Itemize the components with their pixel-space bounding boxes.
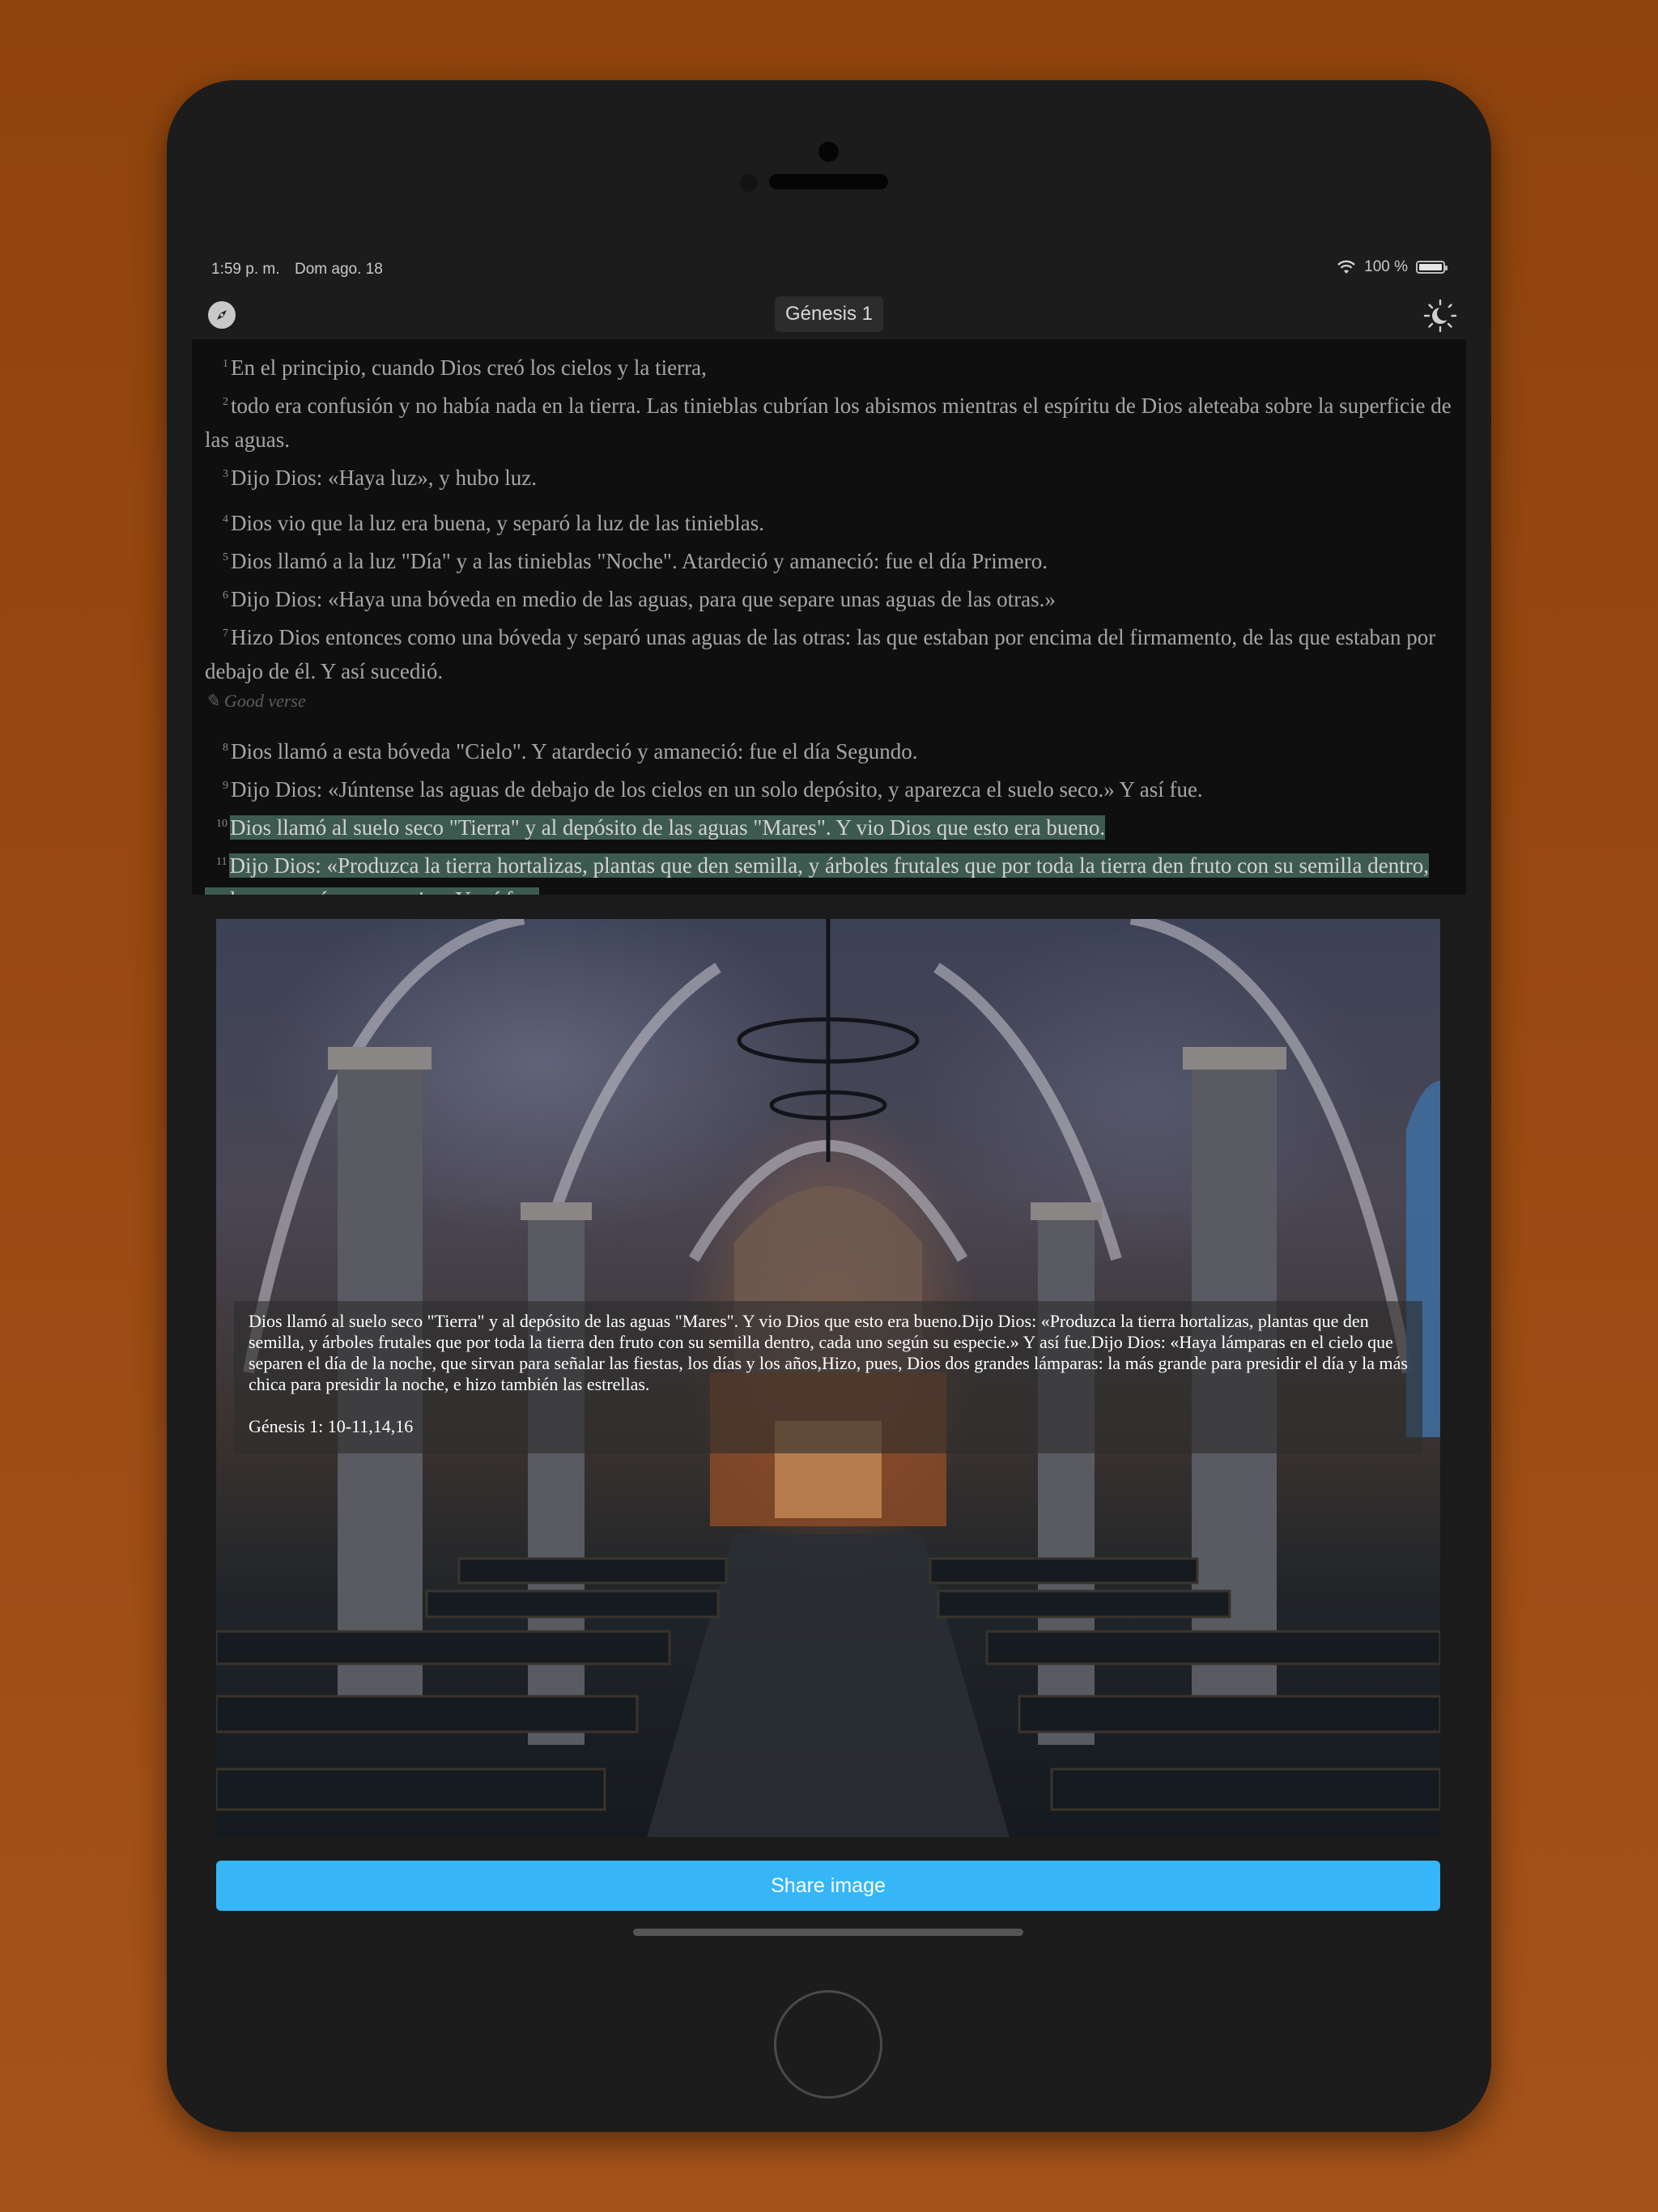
verse-number: 11: [216, 856, 227, 868]
verse-text: todo era confusión y no había nada en la…: [205, 393, 1452, 452]
verse-text-highlighted: Dijo Dios: «Produzca la tierra hortaliza…: [205, 853, 1430, 895]
nav-bar: Génesis 1: [192, 294, 1466, 344]
verse-note[interactable]: ✎ Good verse: [205, 689, 1453, 713]
verse-number: 1: [223, 358, 228, 370]
home-button[interactable]: [774, 1990, 882, 2099]
verse-text: Dios vio que la luz era buena, y separó …: [231, 511, 765, 535]
share-image-panel: Dios llamó al suelo seco "Tierra" y al d…: [192, 895, 1466, 1955]
verse-1[interactable]: 1 En el principio, cuando Dios creó los c…: [205, 351, 1453, 385]
verse-6[interactable]: 6 Dijo Dios: «Haya una bóveda en medio de…: [205, 582, 1453, 616]
verse-text: Dijo Dios: «Haya una bóveda en medio de …: [231, 587, 1056, 611]
verse-text: En el principio, cuando Dios creó los ci…: [231, 355, 707, 380]
share-image-button[interactable]: Share image: [216, 1861, 1440, 1911]
caption-reference: Génesis 1: 10-11,14,16: [249, 1416, 414, 1436]
verse-number: 10: [216, 818, 227, 830]
speaker-grille: [769, 174, 888, 189]
verse-2[interactable]: 2 todo era confusión y no había nada en l…: [205, 389, 1453, 457]
church-interior-photo: Dios llamó al suelo seco "Tierra" y al d…: [216, 919, 1440, 1837]
status-bar: 1:59 p. m. Dom ago. 18 100 %: [192, 247, 1466, 294]
verse-number: 6: [223, 589, 228, 602]
app-screen: 1:59 p. m. Dom ago. 18 100 % Génesis 1 1…: [192, 247, 1466, 1955]
verse-number: 7: [223, 627, 228, 640]
verse-number: 5: [223, 551, 228, 564]
wifi-icon: [1337, 260, 1355, 274]
caption-text: Dios llamó al suelo seco "Tierra" y al d…: [249, 1311, 1408, 1394]
verse-8[interactable]: 8 Dios llamó a esta bóveda "Cielo". Y ata…: [205, 734, 1453, 768]
verse-caption-overlay: Dios llamó al suelo seco "Tierra" y al d…: [234, 1301, 1422, 1453]
verse-text: Dios llamó a esta bóveda "Cielo". Y atar…: [231, 739, 918, 764]
battery-icon: [1416, 261, 1448, 274]
verse-text: Dios llamó a la luz "Día" y a las tinieb…: [231, 549, 1048, 573]
verse-3[interactable]: 3 Dijo Dios: «Haya luz», y hubo luz.: [205, 461, 1453, 495]
verse-text: Hizo Dios entonces como una bóveda y sep…: [205, 625, 1436, 683]
verse-text-highlighted: Dios llamó al suelo seco "Tierra" y al d…: [230, 815, 1106, 840]
status-time: 1:59 p. m.: [211, 261, 280, 278]
battery-percent: 100 %: [1364, 258, 1408, 275]
verse-number: 8: [223, 742, 228, 754]
verse-text: Dijo Dios: «Haya luz», y hubo luz.: [231, 466, 537, 490]
theme-toggle-icon[interactable]: [1422, 298, 1458, 334]
verse-7[interactable]: 7 Hizo Dios entonces como una bóveda y se…: [205, 620, 1453, 688]
verse-number: 9: [223, 780, 228, 792]
status-date: Dom ago. 18: [295, 261, 383, 278]
verse-number: 3: [223, 468, 228, 480]
front-camera: [818, 142, 839, 162]
chapter-title-button[interactable]: Génesis 1: [775, 296, 883, 332]
verse-5[interactable]: 5 Dios llamó a la luz "Día" y a las tinie…: [205, 544, 1453, 578]
verse-9[interactable]: 9 Dijo Dios: «Júntense las aguas de debaj…: [205, 772, 1453, 806]
verse-10[interactable]: 10 Dios llamó al suelo seco "Tierra" y al…: [205, 810, 1453, 844]
battery-fill: [1419, 264, 1442, 270]
camera-sensor: [740, 174, 758, 192]
verse-number: 2: [223, 396, 228, 408]
verse-text: Dijo Dios: «Júntense las aguas de debajo…: [231, 777, 1203, 802]
status-indicators: 100 %: [1337, 258, 1448, 276]
home-indicator: [633, 1929, 1023, 1936]
verse-number: 4: [223, 513, 228, 525]
verse-11[interactable]: 11 Dijo Dios: «Produzca la tierra hortali…: [205, 849, 1453, 895]
chapter-reader[interactable]: 1 En el principio, cuando Dios creó los c…: [192, 339, 1466, 895]
verse-4[interactable]: 4 Dios vio que la luz era buena, y separó…: [205, 506, 1453, 540]
compass-icon[interactable]: [208, 301, 236, 329]
